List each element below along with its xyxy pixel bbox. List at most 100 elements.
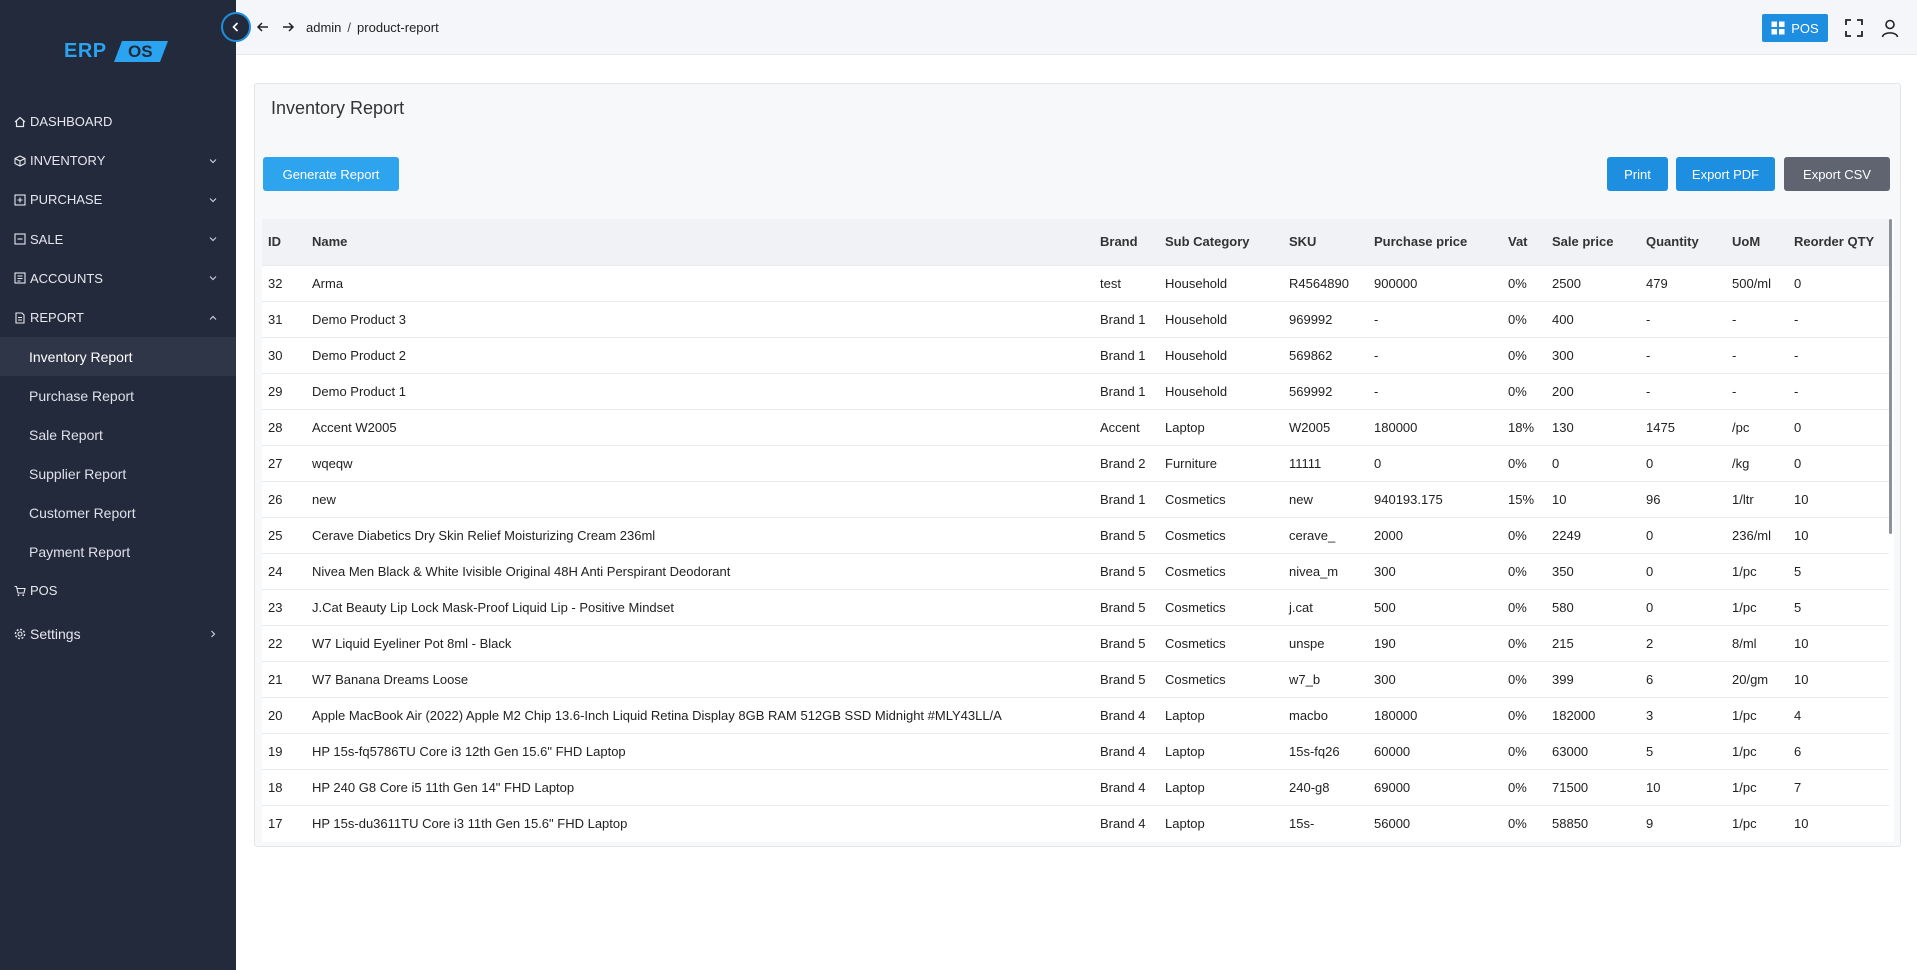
table-row[interactable]: 30 Demo Product 2 Brand 1 Household 569862-0… xyxy=(262,336,1889,373)
table-cell: 2500 xyxy=(1546,264,1640,301)
column-header[interactable]: Sale price xyxy=(1546,219,1640,265)
breadcrumb-item[interactable]: admin xyxy=(306,20,341,35)
chevron-down-icon xyxy=(209,276,217,281)
table-row[interactable]: 17 HP 15s-du3611TU Core i3 11th Gen 15.6"… xyxy=(262,804,1889,841)
sidebar-item-dashboard[interactable]: DASHBOARD xyxy=(0,102,236,141)
inventory-table-container[interactable]: ID Name Brand Sub Category SKU Purchase price… xyxy=(262,219,1894,842)
table-row[interactable]: 19 HP 15s-fq5786TU Core i3 12th Gen 15.6"… xyxy=(262,732,1889,769)
table-cell: 1/pc xyxy=(1726,588,1788,625)
table-cell: Furniture xyxy=(1159,444,1283,481)
breadcrumb-item[interactable]: product-report xyxy=(357,20,439,35)
table-cell: 479 xyxy=(1640,264,1726,301)
table-row[interactable]: 20 Apple MacBook Air (2022) Apple M2 Chip… xyxy=(262,696,1889,733)
table-cell: Demo Product 1 xyxy=(306,372,1094,409)
collapse-sidebar-button[interactable] xyxy=(221,12,251,42)
sidebar-subitem-sale-report[interactable]: Sale Report xyxy=(0,415,236,454)
table-cell: 350 xyxy=(1546,552,1640,589)
table-row[interactable]: 22 W7 Liquid Eyeliner Pot 8ml - Black Bran… xyxy=(262,624,1889,661)
table-cell: Brand 1 xyxy=(1094,480,1159,517)
table-row[interactable]: 28 Accent W2005 Accent Laptop W2005 180000 18%… xyxy=(262,408,1889,445)
column-header[interactable]: UoM xyxy=(1726,219,1788,265)
generate-report-button[interactable]: Generate Report xyxy=(263,157,399,191)
column-header[interactable]: Sub Category xyxy=(1159,219,1283,265)
sidebar-item-purchase[interactable]: PURCHASE xyxy=(0,180,236,219)
table-cell: - xyxy=(1726,372,1788,409)
column-header[interactable]: ID xyxy=(262,219,306,265)
sidebar-subitem-inventory-report[interactable]: Inventory Report xyxy=(0,337,236,377)
sidebar-item-inventory[interactable]: INVENTORY xyxy=(0,141,236,180)
table-cell: Household xyxy=(1159,372,1283,409)
table-cell: 0 xyxy=(1546,444,1640,481)
sidebar-item-sale[interactable]: SALE xyxy=(0,220,236,259)
back-arrow-icon[interactable] xyxy=(255,19,271,35)
table-row[interactable]: 27 wqeqw Brand 2 Furniture 11111 0 0% 0 0/kg 0 xyxy=(262,444,1889,481)
table-cell: 56000 xyxy=(1368,804,1502,841)
table-cell: 0 xyxy=(1788,408,1889,445)
table-row[interactable]: 21 W7 Banana Dreams Loose Brand 5 Cosmetics… xyxy=(262,660,1889,697)
table-cell: - xyxy=(1368,336,1502,373)
scrollbar-thumb[interactable] xyxy=(1889,219,1892,534)
column-header[interactable]: Purchase price xyxy=(1368,219,1502,265)
column-header[interactable]: Brand xyxy=(1094,219,1159,265)
forward-arrow-icon[interactable] xyxy=(280,19,296,35)
column-header[interactable]: Quantity xyxy=(1640,219,1726,265)
column-header[interactable]: SKU xyxy=(1283,219,1368,265)
table-cell: Brand 5 xyxy=(1094,552,1159,589)
table-cell: Apple MacBook Air (2022) Apple M2 Chip 1… xyxy=(306,696,1094,733)
table-cell: 500 xyxy=(1368,588,1502,625)
table-cell: /kg xyxy=(1726,444,1788,481)
sidebar-item-report[interactable]: REPORT xyxy=(0,298,236,337)
table-cell: 10 xyxy=(1788,660,1889,697)
table-body: 32 Arma test Household R4564890 900000 0% 2500 4… xyxy=(262,264,1889,841)
table-cell: R4564890 xyxy=(1283,264,1368,301)
logo[interactable]: ERP OS xyxy=(64,38,168,64)
export-pdf-button[interactable]: Export PDF xyxy=(1676,157,1775,191)
cart-icon xyxy=(14,585,26,597)
table-cell: Brand 5 xyxy=(1094,624,1159,661)
table-cell: W2005 xyxy=(1283,408,1368,445)
table-cell: 1/pc xyxy=(1726,552,1788,589)
table-cell: 0 xyxy=(1788,444,1889,481)
column-header[interactable]: Vat xyxy=(1502,219,1546,265)
table-cell: Brand 5 xyxy=(1094,660,1159,697)
main-content: Inventory Report Generate Report Print E… xyxy=(236,55,1917,970)
table-cell: Cosmetics xyxy=(1159,588,1283,625)
pos-button[interactable]: POS xyxy=(1762,14,1828,42)
table-scrollbar[interactable] xyxy=(1889,219,1894,842)
table-cell: Cerave Diabetics Dry Skin Relief Moistur… xyxy=(306,516,1094,553)
fullscreen-icon[interactable] xyxy=(1844,18,1864,38)
table-cell: Accent xyxy=(1094,408,1159,445)
sidebar-subitem-payment-report[interactable]: Payment Report xyxy=(0,532,236,571)
table-row[interactable]: 26 new Brand 1 Cosmetics new 940193.175 15% 10 9… xyxy=(262,480,1889,517)
export-csv-button[interactable]: Export CSV xyxy=(1784,157,1890,191)
table-cell: 10 xyxy=(1788,516,1889,553)
table-cell: 215 xyxy=(1546,624,1640,661)
table-cell: 18 xyxy=(262,768,306,805)
table-row[interactable]: 18 HP 240 G8 Core i5 11th Gen 14" FHD Lap… xyxy=(262,768,1889,805)
table-row[interactable]: 25 Cerave Diabetics Dry Skin Relief Moist… xyxy=(262,516,1889,553)
table-row[interactable]: 23 J.Cat Beauty Lip Lock Mask-Proof Liqui… xyxy=(262,588,1889,625)
table-cell: Household xyxy=(1159,300,1283,337)
table-row[interactable]: 24 Nivea Men Black & White Ivisible Origi… xyxy=(262,552,1889,589)
table-cell: new xyxy=(306,480,1094,517)
sidebar-item-accounts[interactable]: ACCOUNTS xyxy=(0,259,236,298)
sidebar-subitem-customer-report[interactable]: Customer Report xyxy=(0,493,236,532)
print-button[interactable]: Print xyxy=(1607,157,1668,191)
chevron-up-icon xyxy=(209,315,217,320)
sidebar-subitem-purchase-report[interactable]: Purchase Report xyxy=(0,376,236,415)
table-row[interactable]: 31 Demo Product 3 Brand 1 Household 969992-0… xyxy=(262,300,1889,337)
table-cell: Brand 4 xyxy=(1094,732,1159,769)
table-cell: 2249 xyxy=(1546,516,1640,553)
table-cell: /pc xyxy=(1726,408,1788,445)
sidebar-subitem-supplier-report[interactable]: Supplier Report xyxy=(0,454,236,493)
table-row[interactable]: 29 Demo Product 1 Brand 1 Household 569992-0… xyxy=(262,372,1889,409)
table-row[interactable]: 32 Arma test Household R4564890 900000 0% 2500 4… xyxy=(262,264,1889,301)
user-icon[interactable] xyxy=(1880,18,1900,38)
table-cell: macbo xyxy=(1283,696,1368,733)
sidebar-item-pos[interactable]: POS xyxy=(0,571,236,610)
sidebar-item-settings[interactable]: Settings xyxy=(0,610,236,657)
table-cell: HP 15s-du3611TU Core i3 11th Gen 15.6" F… xyxy=(306,804,1094,841)
column-header[interactable]: Reorder QTY xyxy=(1788,219,1889,265)
column-header[interactable]: Name xyxy=(306,219,1094,265)
inventory-table: ID Name Brand Sub Category SKU Purchase price… xyxy=(262,219,1889,841)
